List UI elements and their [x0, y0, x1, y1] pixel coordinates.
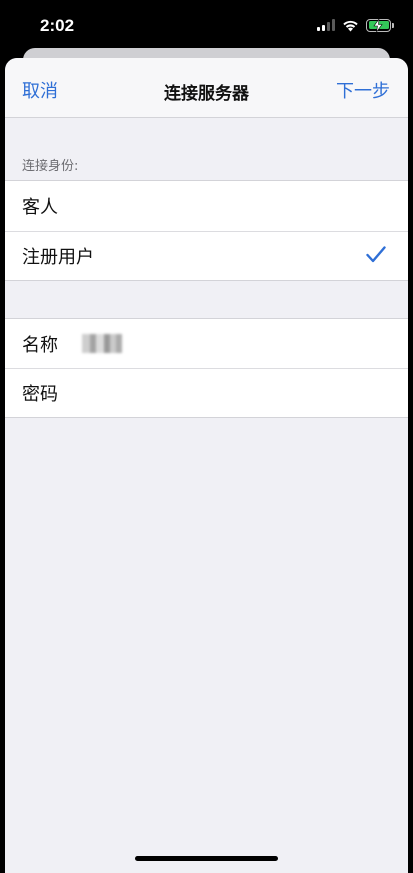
name-field-value-redacted[interactable]: [82, 334, 122, 353]
status-bar: 2:02: [0, 0, 413, 52]
password-field-label: 密码: [22, 383, 58, 405]
connect-server-sheet: 取消 连接服务器 下一步 连接身份: 客人 注册用户 名称 密码: [5, 58, 408, 873]
next-step-button[interactable]: 下一步: [336, 77, 390, 103]
password-field-row[interactable]: 密码: [5, 368, 408, 417]
navigation-bar: 取消 连接服务器 下一步: [5, 58, 408, 118]
status-time: 2:02: [40, 16, 75, 35]
name-field-row[interactable]: 名称: [5, 319, 408, 368]
option-guest[interactable]: 客人: [5, 181, 408, 231]
credentials-form: 名称 密码: [5, 318, 408, 418]
name-field-label: 名称: [22, 334, 58, 356]
option-registered-user-label: 注册用户: [22, 246, 94, 268]
option-registered-user[interactable]: 注册用户: [5, 231, 408, 280]
checkmark-icon: [366, 246, 386, 263]
identity-section-header: 连接身份:: [22, 159, 79, 174]
status-icons: [317, 17, 394, 33]
cellular-signal-icon: [317, 19, 335, 31]
home-indicator[interactable]: [135, 856, 278, 861]
battery-charging-icon: [366, 18, 394, 32]
password-input[interactable]: [82, 368, 408, 417]
identity-options-list: 客人 注册用户: [5, 180, 408, 281]
wifi-icon: [343, 20, 358, 31]
option-guest-label: 客人: [22, 197, 58, 218]
